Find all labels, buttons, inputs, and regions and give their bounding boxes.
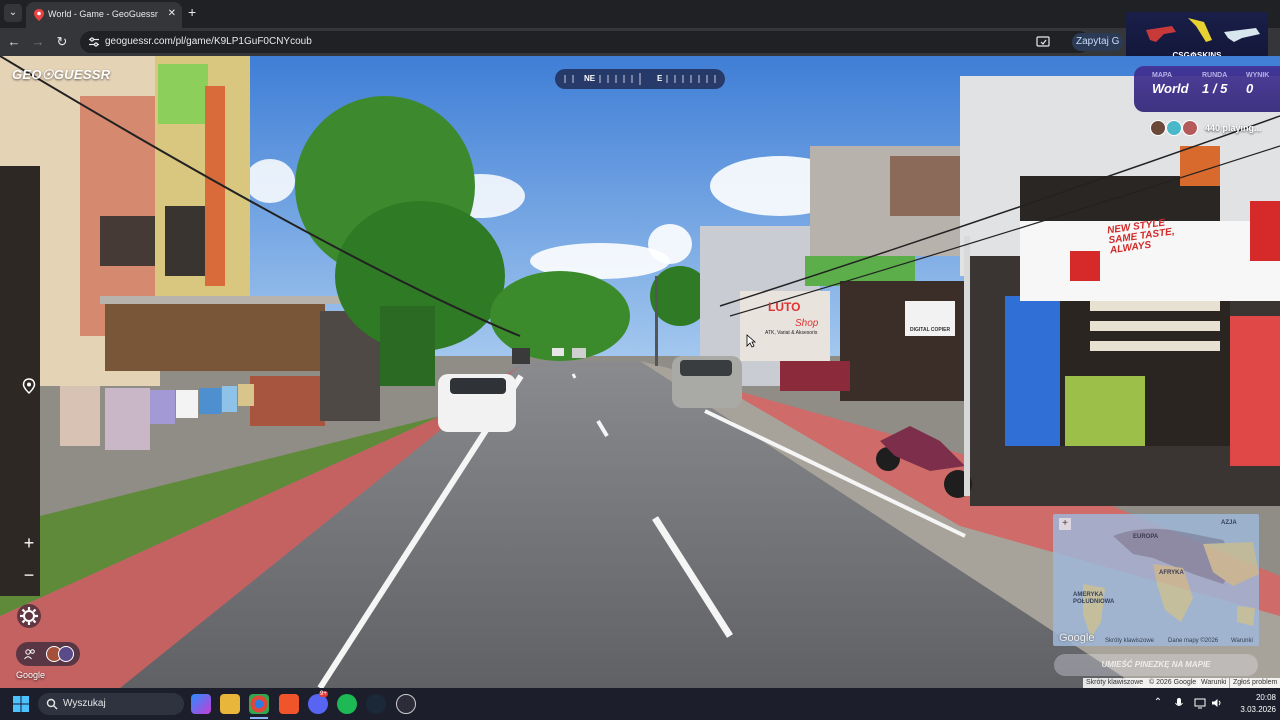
report-problem-link[interactable]: Zgłoś problem	[1230, 678, 1280, 688]
party-icon	[24, 649, 35, 660]
compass-ne-label: NE	[584, 74, 596, 83]
round-status-value: 1 / 5	[1202, 81, 1228, 96]
map-pin-favicon-icon	[34, 9, 44, 21]
reload-icon[interactable]: ↻	[54, 34, 70, 50]
keyboard-shortcuts-link[interactable]: Skróty klawiszowe	[1083, 678, 1147, 688]
google-watermark: Google	[16, 670, 46, 680]
map-status-label: MAPA	[1152, 72, 1173, 79]
system-clock[interactable]: 20:08 3.03.2026	[1226, 692, 1276, 716]
compass-e-label: E	[657, 74, 663, 83]
compass: NE E	[555, 69, 725, 89]
party-avatar	[58, 646, 74, 662]
pluto-sign: LUTO	[768, 300, 801, 314]
volume-icon[interactable]	[1211, 697, 1223, 709]
minimap-map-data: Dane mapy ©2026	[1168, 638, 1219, 644]
tab-geoguessr[interactable]: World - Game - GeoGuessr ✕	[26, 2, 182, 28]
tab-strip: ⌄ World - Game - GeoGuessr ✕ +	[0, 0, 1280, 28]
digital-copier-sign: DIGITAL COPIER	[910, 327, 951, 333]
app-icon[interactable]	[396, 694, 416, 714]
party-chat-button[interactable]	[16, 642, 80, 666]
geoguessr-logo[interactable]: GEO☉GUESSR	[12, 67, 110, 83]
file-explorer-icon[interactable]	[220, 694, 240, 714]
chrome-active-indicator	[250, 717, 268, 719]
map-label-south-america: AMERYKA POŁUDNIOWA	[1073, 592, 1115, 605]
map-label-asia: AZJA	[1221, 520, 1237, 526]
address-bar[interactable]: geoguessr.com/pl/game/K9LP1GuF0CNYcoub	[80, 31, 1090, 53]
csgo-skins-ad[interactable]: CSG⚙SKINS	[1126, 12, 1268, 62]
chrome-app-icon[interactable]	[249, 694, 269, 714]
zoom-in-button[interactable]: +	[18, 533, 40, 553]
windows-taskbar: Wyszukaj 9+ ⌃ 20:08 3.03.2026	[0, 688, 1280, 720]
discord-app-icon[interactable]	[308, 694, 328, 714]
score-status: WYNIK 0	[1246, 72, 1269, 96]
network-icon[interactable]	[1194, 697, 1206, 709]
compass-ticks	[564, 73, 716, 85]
map-status: MAPA World	[1152, 72, 1189, 96]
player-avatar	[1150, 120, 1166, 136]
shop-sign: Shop	[795, 318, 819, 329]
site-settings-icon[interactable]	[88, 36, 100, 48]
tab-title: World - Game - GeoGuessr	[48, 9, 158, 19]
cast-icon[interactable]	[1036, 35, 1050, 49]
map-label-europe: EUROPA	[1133, 534, 1159, 540]
search-icon	[46, 698, 58, 710]
tab-search-icon[interactable]: ⌄	[4, 4, 22, 22]
steam-app-icon[interactable]	[366, 694, 386, 714]
round-status: RUNDA 1 / 5	[1202, 72, 1227, 96]
windows-start-icon[interactable]	[13, 696, 29, 712]
forward-icon[interactable]: →	[30, 34, 46, 50]
round-status-label: RUNDA	[1202, 72, 1228, 79]
minimap-google-logo: Google	[1059, 632, 1095, 644]
return-to-start-icon[interactable]	[20, 377, 38, 395]
map-status-value: World	[1152, 81, 1189, 96]
clock-time: 20:08	[1255, 693, 1276, 702]
brave-app-icon[interactable]	[279, 694, 299, 714]
guess-minimap[interactable]: + EUROPA AZJA AFRYKA AMERYKA POŁUDNIOWA …	[1053, 514, 1259, 646]
game-status-panel: MAPA World RUNDA 1 / 5 WYNIK 0	[1134, 66, 1280, 112]
browser-toolbar: ← → ↻ geoguessr.com/pl/game/K9LP1GuF0CNY…	[0, 28, 1280, 56]
search-placeholder: Wyszukaj	[63, 698, 106, 709]
settings-gear-icon[interactable]	[17, 604, 41, 628]
minimap-terms-link[interactable]: Warunki	[1231, 638, 1253, 644]
spotify-app-icon[interactable]	[337, 694, 357, 714]
ask-google-button[interactable]: Zapytaj G	[1072, 33, 1124, 51]
close-tab-icon[interactable]: ✕	[168, 8, 176, 19]
back-icon[interactable]: ←	[6, 34, 22, 50]
screen: ⌄ World - Game - GeoGuessr ✕ + ← → ↻ geo…	[0, 0, 1280, 720]
score-status-label: WYNIK	[1246, 72, 1270, 79]
url-text: geoguessr.com/pl/game/K9LP1GuF0CNYcoub	[105, 36, 312, 47]
copilot-app-icon[interactable]	[191, 694, 211, 714]
terms-link[interactable]: Warunki	[1198, 678, 1230, 688]
zoom-out-button[interactable]: −	[18, 565, 40, 585]
mouse-cursor-icon	[746, 334, 756, 348]
map-label-africa: AFRYKA	[1159, 570, 1184, 576]
minimap-shortcuts-link[interactable]: Skróty klawiszowe	[1105, 638, 1154, 644]
tray-overflow-chevron-icon[interactable]: ⌃	[1152, 697, 1164, 709]
copyright-text: © 2026 Google	[1146, 678, 1200, 688]
taskbar-search-box[interactable]: Wyszukaj	[38, 693, 184, 715]
place-pin-guess-button[interactable]: UMIEŚĆ PINEZKĘ NA MAPIE	[1054, 654, 1258, 676]
weapon-skins-image	[1146, 18, 1260, 42]
clock-date: 3.03.2026	[1240, 705, 1276, 714]
new-tab-icon[interactable]: +	[188, 5, 196, 19]
atk-sign: ATK, Variat & Aksesoris	[765, 330, 818, 336]
microphone-icon[interactable]	[1173, 697, 1185, 709]
score-status-value: 0	[1246, 81, 1254, 96]
minimap-expand-icon[interactable]: +	[1059, 518, 1071, 530]
players-count: 440 playing...	[1205, 123, 1262, 133]
player-avatar	[1166, 120, 1182, 136]
player-avatar	[1182, 120, 1198, 136]
discord-badge: 9+	[319, 691, 328, 697]
